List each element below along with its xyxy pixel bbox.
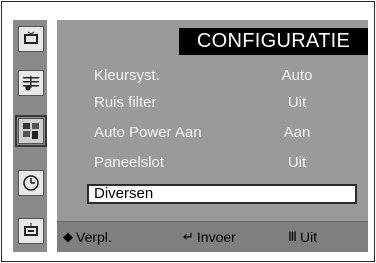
row-value: Uit <box>287 94 307 111</box>
row-label: Auto Power Aan <box>94 124 202 141</box>
menu-title: CONFIGURATIE <box>179 28 368 55</box>
menu-row-auto-power-aan[interactable]: Auto Power Aan Aan <box>57 122 368 144</box>
music-note-icon[interactable] <box>18 70 44 96</box>
row-value: Uit <box>287 154 307 171</box>
up-down-arrow-icon: ◆ <box>63 229 73 244</box>
exit-hint: Ⅲ Uit <box>288 222 317 252</box>
row-label: Diversen <box>94 185 154 202</box>
configuratie-panel: CONFIGURATIE Kleursyst. Auto Ruis filter… <box>57 20 368 252</box>
tv-picture-icon[interactable] <box>18 26 44 52</box>
move-hint: ◆ Verpl. <box>63 222 112 252</box>
tv-input-icon[interactable] <box>18 218 44 244</box>
menu-row-diversen[interactable]: Diversen <box>87 184 357 204</box>
menu-exit-icon: Ⅲ <box>288 229 297 244</box>
row-label: Ruis filter <box>94 94 157 111</box>
enter-icon: ↵ <box>183 229 194 244</box>
exit-label: Uit <box>299 229 318 245</box>
sidebar <box>13 20 47 252</box>
enter-label: Invoer <box>196 229 236 245</box>
menu-row-ruis-filter[interactable]: Ruis filter Uit <box>57 92 368 114</box>
clock-icon[interactable] <box>18 170 44 196</box>
row-value: Auto <box>281 67 313 84</box>
hand-setup-icon[interactable] <box>15 115 47 147</box>
move-label: Verpl. <box>76 229 112 245</box>
row-label: Kleursyst. <box>94 67 160 84</box>
row-value: Aan <box>283 124 311 141</box>
enter-hint: ↵ Invoer <box>183 222 236 252</box>
row-label: Paneelslot <box>94 154 165 171</box>
menu-row-kleursyst[interactable]: Kleursyst. Auto <box>57 65 368 87</box>
footer-hints: ◆ Verpl. ↵ Invoer Ⅲ Uit <box>57 221 368 252</box>
menu-row-paneelslot[interactable]: Paneelslot Uit <box>57 152 368 174</box>
